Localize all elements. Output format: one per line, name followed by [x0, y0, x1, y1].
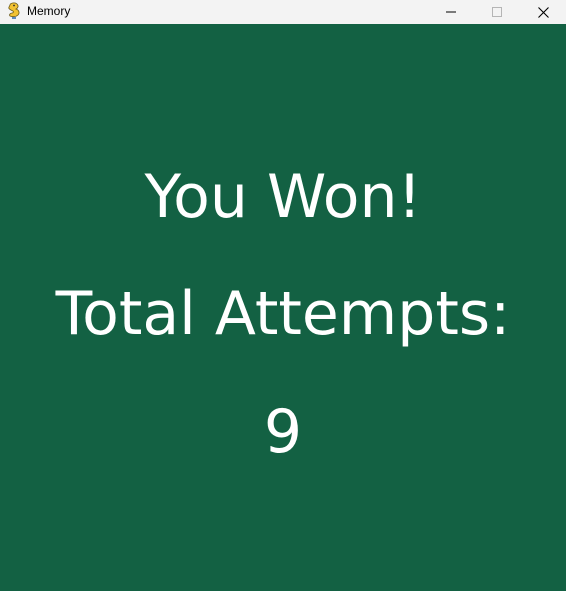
pygame-snake-icon [6, 2, 22, 20]
window-title: Memory [27, 4, 71, 18]
app-window: Memory You Won! Total Attempts: 9 [0, 0, 566, 591]
close-icon [537, 6, 549, 18]
minimize-icon [446, 7, 456, 17]
attempts-value: 9 [263, 397, 303, 467]
close-button[interactable] [520, 0, 566, 24]
maximize-button[interactable] [474, 0, 520, 24]
maximize-icon [492, 7, 502, 17]
title-bar[interactable]: Memory [0, 0, 566, 24]
attempts-label: Total Attempts: [55, 279, 511, 349]
minimize-button[interactable] [428, 0, 474, 24]
game-canvas[interactable]: You Won! Total Attempts: 9 [0, 24, 566, 591]
win-message: You Won! [144, 162, 422, 232]
